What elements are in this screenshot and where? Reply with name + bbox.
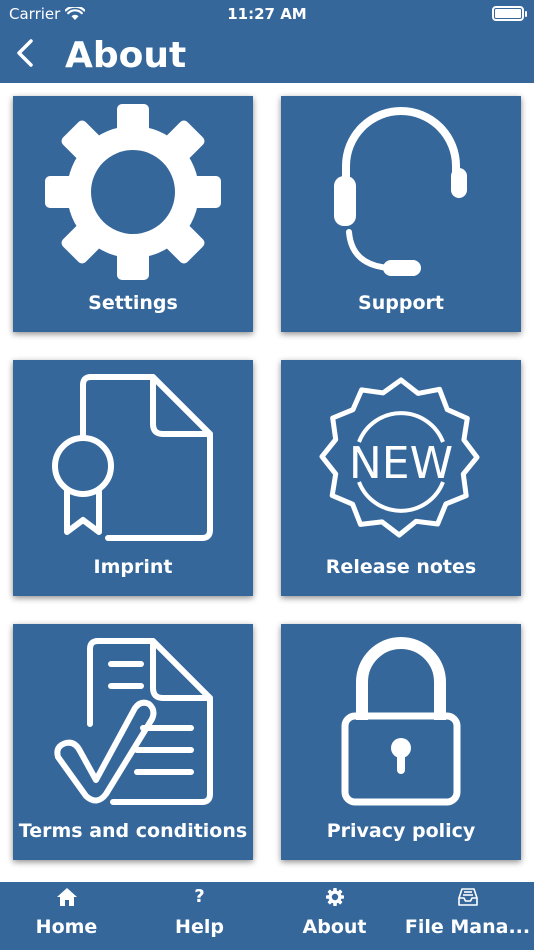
privacy-policy-tile[interactable]: Privacy policy bbox=[281, 624, 521, 860]
help-icon: ? bbox=[194, 886, 205, 907]
tile-label: Settings bbox=[88, 292, 178, 314]
checked-document-icon bbox=[54, 638, 213, 805]
tab-label: File Mana... bbox=[404, 916, 531, 938]
release-notes-tile[interactable]: NEW Release notes bbox=[281, 360, 521, 596]
headset-icon bbox=[334, 107, 467, 276]
support-tile[interactable]: Support bbox=[281, 96, 521, 332]
status-bar: Carrier 11:27 AM bbox=[0, 0, 534, 28]
gear-icon bbox=[325, 888, 344, 906]
inbox-icon bbox=[457, 888, 478, 906]
tab-home[interactable]: Home bbox=[0, 882, 133, 950]
tile-label: Release notes bbox=[325, 556, 477, 578]
tile-label: Terms and conditions bbox=[18, 820, 248, 842]
padlock-icon bbox=[341, 637, 461, 806]
back-chevron-icon[interactable] bbox=[14, 38, 36, 68]
tab-label: Help bbox=[175, 916, 224, 938]
tab-file-manager[interactable]: File Mana... bbox=[401, 882, 534, 950]
battery-icon bbox=[492, 6, 527, 21]
home-icon bbox=[56, 888, 77, 906]
tab-bar: Home ? Help About File Mana... bbox=[0, 882, 534, 950]
tile-label: Support bbox=[358, 292, 444, 314]
tab-about[interactable]: About bbox=[268, 882, 401, 950]
imprint-tile[interactable]: Imprint bbox=[13, 360, 253, 596]
new-badge-icon: NEW bbox=[319, 377, 480, 538]
settings-tile[interactable]: Settings bbox=[13, 96, 253, 332]
tab-label: Home bbox=[35, 916, 98, 938]
certificate-document-icon bbox=[52, 374, 213, 541]
new-badge-text: NEW bbox=[349, 438, 453, 489]
tile-label: Privacy policy bbox=[326, 820, 476, 842]
terms-tile[interactable]: Terms and conditions bbox=[13, 624, 253, 860]
page-title: About bbox=[65, 35, 187, 76]
gear-icon bbox=[45, 104, 221, 280]
navigation-header: Carrier 11:27 AM About bbox=[0, 0, 534, 83]
tab-help[interactable]: ? Help bbox=[133, 882, 266, 950]
tile-label: Imprint bbox=[93, 556, 173, 578]
tab-label: About bbox=[302, 916, 367, 938]
status-time: 11:27 AM bbox=[227, 5, 307, 23]
